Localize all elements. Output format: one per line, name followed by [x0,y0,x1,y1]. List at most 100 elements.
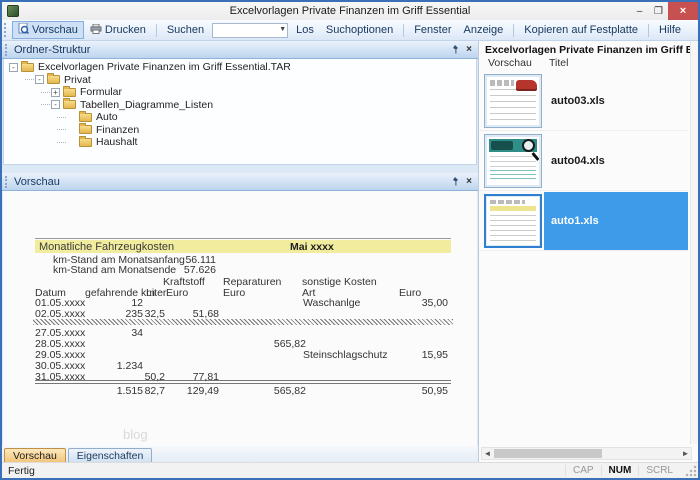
file-label-area[interactable]: auto03.xls [544,72,688,130]
panel-grip[interactable] [5,43,9,56]
car-sheet-thumbnail-art [487,77,539,125]
toolbar: Vorschau Drucken Suchen ▼ Los Suchoption… [2,20,698,41]
hilfe-menu[interactable]: Hilfe [653,22,687,38]
preview-panel-header: Vorschau × [2,173,478,191]
pin-icon[interactable] [451,45,459,54]
tree-item[interactable]: Finanzen [4,123,476,137]
tab-eigenschaften[interactable]: Eigenschaften [67,448,153,463]
sheet-data-row: 02.05.xxxx 235 32,5 51,68 [15,308,465,320]
scroll-right-icon[interactable]: ► [680,448,691,459]
collapse-icon[interactable]: - [9,62,18,72]
total-liter: 82,7 [144,385,165,397]
tree-item[interactable]: - Excelvorlagen Private Finanzen im Griff… [4,60,476,74]
selected-file-label-area[interactable]: auto1.xls [544,192,688,250]
folder-icon [79,123,92,135]
panel-close-icon[interactable]: × [466,176,472,187]
scrollbar-thumb[interactable] [494,449,602,458]
file-thumbnail[interactable] [484,74,542,128]
suchen-text: Suchen [166,24,205,36]
tab-vorschau[interactable]: Vorschau [4,448,66,463]
suchen-label[interactable]: Suchen [161,22,210,38]
keyboard-indicators: CAP NUM SCRL [564,464,680,478]
collapse-icon[interactable]: - [51,100,60,110]
preview-body: Monatliche Fahrzeugkosten Mai xxxx km-St… [3,191,477,446]
collapse-icon[interactable]: - [35,75,44,85]
toolbar-grip[interactable] [4,23,9,37]
tree-item[interactable]: Haushalt [4,135,476,149]
sheet-cell-kraftstoff_euro: 51,68 [192,308,219,320]
expand-icon[interactable]: + [51,87,60,97]
sheet-data-row: 28.05.xxxx 565,82 [15,338,465,350]
file-title: auto03.xls [551,95,605,107]
indicator-num: NUM [600,465,639,476]
toolbar-separator [513,23,515,37]
pin-icon[interactable] [451,177,459,186]
file-title: auto04.xls [551,155,605,167]
folder-panel-title: Ordner-Struktur [14,43,91,56]
resize-grip[interactable] [685,465,697,477]
search-input[interactable] [213,23,288,37]
los-label: Los [296,24,314,36]
minimize-button[interactable]: – [630,2,649,20]
drucken-button-label: Drucken [104,24,146,36]
kopieren-menu[interactable]: Kopieren auf Festplatte [518,22,644,38]
fenster-menu[interactable]: Fenster [408,22,457,38]
vorschau-button[interactable]: Vorschau [12,21,84,39]
tree-item[interactable]: - Tabellen_Diagramme_Listen [4,98,476,112]
km-end-value: 57.626 [183,264,216,276]
panel-grip[interactable] [5,175,9,188]
indicator-scrl: SCRL [638,465,680,476]
file-list-panel: Excelvorlagen Private Finanzen im Griff … [478,41,698,464]
vertical-scrollbar[interactable] [690,41,698,444]
close-button[interactable]: × [668,2,698,20]
file-list-column-headers: Vorschau Titel [479,57,698,72]
column-header-vorschau[interactable]: Vorschau [488,57,532,69]
sheet-title: Monatliche Fahrzeugkosten [39,241,175,253]
file-label-area[interactable]: auto04.xls [544,132,688,190]
file-row[interactable]: auto1.xls [479,191,688,251]
tree-connector [41,104,50,106]
suchoptionen-menu[interactable]: Suchoptionen [320,22,399,38]
horizontal-scrollbar[interactable]: ◄ ► [481,447,692,460]
tree-connector [57,141,66,143]
folder-tree: - Excelvorlagen Private Finanzen im Griff… [3,59,477,165]
tree-item[interactable]: Auto [4,110,476,124]
sheet-data-row: 30.05.xxxx 1.234 [15,360,465,372]
status-message: Fertig [8,464,35,477]
los-button[interactable]: Los [290,22,320,38]
tree-connector [25,79,34,81]
maximize-button[interactable]: ❐ [649,2,668,20]
sheet-data-row: 31.05.xxxx 50,2 77,81 [15,371,465,383]
folder-icon [63,98,76,110]
hilfe-label: Hilfe [659,24,682,36]
sheet-data-row: 29.05.xxxx Steinschlagschutz 15,95 [15,349,465,361]
file-thumbnail[interactable] [484,194,542,248]
indicator-cap: CAP [564,465,601,476]
fenster-label: Fenster [414,24,452,36]
combobox-dropdown-icon[interactable]: ▼ [279,26,286,33]
file-row[interactable]: auto03.xls [479,71,688,131]
sheet-title-band: Monatliche Fahrzeugkosten Mai xxxx [35,240,451,253]
watermark-text: blog [123,427,148,442]
tree-item-label: Privat [64,73,91,86]
search-combobox[interactable]: ▼ [212,22,289,38]
tree-item[interactable]: - Privat [4,73,476,87]
km-end-row: km-Stand am Monatsende 57.626 [15,264,465,276]
toolbar-separator [155,23,157,37]
tree-connector [41,91,50,93]
tree-item-label: Auto [96,111,118,124]
sheet-month: Mai xxxx [290,241,334,253]
panel-close-icon[interactable]: × [466,44,472,55]
toolbar-separator [403,23,405,37]
file-thumbnail[interactable] [484,134,542,188]
tree-item[interactable]: + Formular [4,85,476,99]
sheet-cell-datum: 31.05.xxxx [35,371,86,383]
file-row[interactable]: auto04.xls [479,131,688,191]
column-header-titel[interactable]: Titel [549,57,568,69]
folder-icon [47,73,60,85]
scroll-left-icon[interactable]: ◄ [482,448,493,459]
drucken-button[interactable]: Drucken [84,22,152,39]
total-kraftstoff-euro: 129,49 [186,385,219,397]
anzeige-menu[interactable]: Anzeige [457,22,509,38]
printer-icon [90,23,102,37]
